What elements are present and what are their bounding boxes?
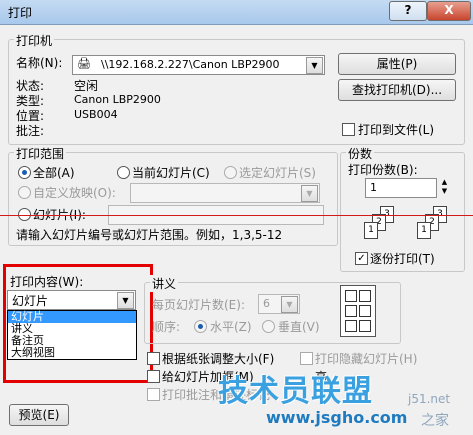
spin-down-icon: ▼ bbox=[441, 187, 448, 195]
handout-layout-preview bbox=[340, 285, 376, 337]
printer-name-value: \\192.168.2.227\Canon LBP2900 bbox=[101, 58, 280, 71]
watermark-url: www.jsgho.com bbox=[266, 408, 408, 427]
per-page-label: 每页幻灯片数(E): bbox=[152, 298, 245, 312]
properties-button[interactable]: 属性(P) bbox=[338, 53, 456, 75]
print-hidden-label: 打印隐藏幻灯片(H) bbox=[315, 352, 418, 366]
per-page-select[interactable]: 6 ▼ bbox=[258, 294, 300, 314]
title-bar: 打印 ? X bbox=[0, 0, 473, 25]
find-printer-button[interactable]: 查找打印机(D)... bbox=[338, 79, 456, 101]
printer-name-label: 名称(N): bbox=[16, 56, 63, 70]
print-comments-checkbox[interactable] bbox=[147, 388, 160, 401]
printer-name-select[interactable]: 🖨 \\192.168.2.227\Canon LBP2900 ▼ bbox=[72, 55, 325, 75]
scale-to-fit-checkbox[interactable] bbox=[147, 352, 160, 365]
chevron-down-icon: ▼ bbox=[306, 57, 323, 74]
range-current-label: 当前幻灯片(C) bbox=[132, 166, 210, 180]
scale-to-fit-label: 根据纸张调整大小(F) bbox=[162, 352, 275, 366]
where-value: USB004 bbox=[74, 108, 118, 121]
collate-page: 1 bbox=[417, 222, 431, 239]
range-current-radio[interactable] bbox=[117, 166, 130, 179]
printer-icon: 🖨 bbox=[77, 57, 91, 70]
type-value: Canon LBP2900 bbox=[74, 93, 161, 106]
help-button[interactable]: ? bbox=[389, 1, 427, 21]
range-hint: 请输入幻灯片编号或幻灯片范围。例如，1,3,5-12 bbox=[16, 228, 283, 242]
handouts-group-label: 讲义 bbox=[150, 275, 179, 292]
frame-slides-checkbox[interactable] bbox=[147, 370, 160, 383]
range-custom-radio[interactable] bbox=[18, 186, 31, 199]
status-value: 空闲 bbox=[74, 79, 99, 93]
custom-show-select[interactable]: ▼ bbox=[130, 183, 320, 203]
print-hidden-checkbox[interactable] bbox=[300, 352, 313, 365]
copies-spin[interactable]: ▲ ▼ bbox=[438, 178, 451, 198]
print-to-file-checkbox[interactable] bbox=[342, 123, 355, 136]
order-horizontal-radio[interactable] bbox=[194, 320, 207, 333]
copies-count-input[interactable]: 1 bbox=[365, 178, 437, 198]
range-custom-label: 自定义放映(O): bbox=[33, 186, 116, 200]
printer-group-label: 打印机 bbox=[14, 32, 55, 49]
print-range-label: 打印范围 bbox=[14, 145, 67, 162]
watermark-side-text: j51.net bbox=[408, 392, 451, 406]
chevron-down-icon: ▼ bbox=[281, 296, 298, 313]
comment-label: 批注: bbox=[16, 124, 45, 138]
order-vertical-label: 垂直(V) bbox=[278, 320, 320, 334]
spin-up-icon: ▲ bbox=[441, 178, 448, 186]
highlight-box bbox=[3, 264, 153, 383]
range-selection-label: 选定幻灯片(S) bbox=[239, 166, 316, 180]
order-vertical-radio[interactable] bbox=[262, 320, 275, 333]
range-all-radio[interactable] bbox=[18, 166, 31, 179]
order-label: 顺序: bbox=[152, 320, 181, 334]
copies-count-value: 1 bbox=[370, 181, 377, 194]
collate-checkbox[interactable]: ✓ bbox=[355, 252, 368, 265]
range-all-label: 全部(A) bbox=[33, 166, 75, 180]
watermark-home-text: 之家 bbox=[421, 413, 449, 429]
print-to-file-label: 打印到文件(L) bbox=[358, 123, 435, 137]
preview-button[interactable]: 预览(E) bbox=[9, 404, 69, 426]
close-button[interactable]: X bbox=[427, 1, 471, 21]
per-page-value: 6 bbox=[263, 297, 270, 310]
print-dialog: 打印 ? X 打印机 名称(N): 🖨 \\192.168.2.227\Cano… bbox=[0, 0, 473, 435]
range-selection-radio[interactable] bbox=[224, 166, 237, 179]
watermark-brand: 技术员联盟 bbox=[218, 374, 373, 409]
order-horizontal-label: 水平(Z) bbox=[210, 320, 252, 334]
chevron-down-icon: ▼ bbox=[301, 185, 318, 202]
copies-count-label: 打印份数(B): bbox=[348, 163, 418, 177]
window-title: 打印 bbox=[8, 6, 33, 20]
collate-page: 1 bbox=[364, 222, 378, 239]
collate-label: 逐份打印(T) bbox=[370, 252, 435, 266]
copies-group-label: 份数 bbox=[346, 145, 375, 162]
red-annotation-line bbox=[0, 215, 473, 216]
